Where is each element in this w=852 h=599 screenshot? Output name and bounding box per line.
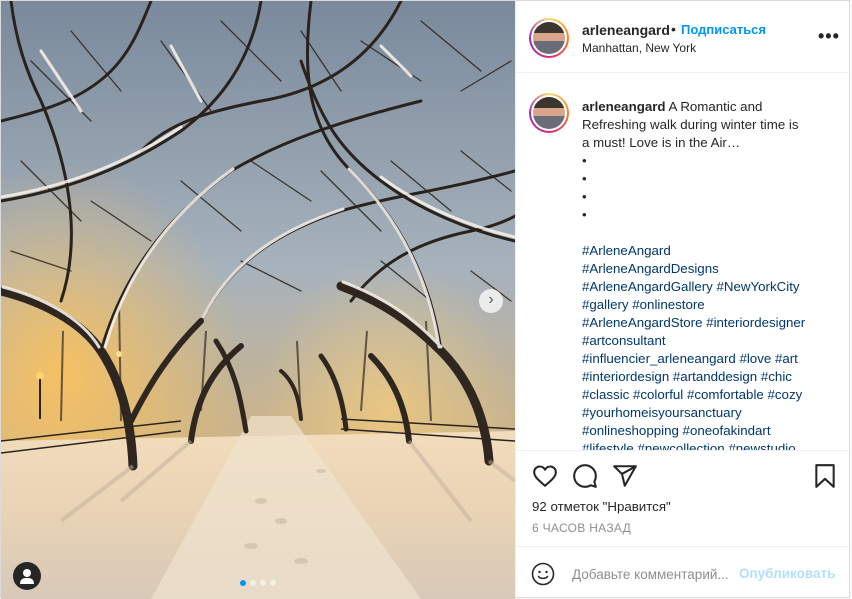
- user-tag-icon: [23, 569, 31, 577]
- heart-icon[interactable]: [532, 463, 558, 489]
- user-tag-button[interactable]: [13, 562, 41, 590]
- avatar[interactable]: [529, 93, 569, 133]
- hashtag-line[interactable]: #onlineshopping #oneofakindart: [582, 422, 832, 440]
- instagram-post: › arleneangard • Подписаться Manhattan, …: [0, 0, 851, 599]
- next-photo-button[interactable]: ›: [479, 289, 503, 313]
- carousel-dot: [260, 580, 266, 586]
- caption-text: arleneangard A Romantic and Refreshing w…: [582, 98, 832, 450]
- avatar-photo: [533, 97, 565, 129]
- caption-section: arleneangard A Romantic and Refreshing w…: [516, 74, 851, 451]
- paper-plane-icon[interactable]: [612, 463, 638, 489]
- hashtag-line[interactable]: #ArleneAngard: [582, 242, 832, 260]
- snowy-park-image: [1, 1, 515, 599]
- author-username[interactable]: arleneangard: [582, 22, 670, 38]
- carousel-indicator: [240, 580, 276, 586]
- follow-button[interactable]: Подписаться: [681, 22, 766, 37]
- carousel-dot: [270, 580, 276, 586]
- hashtag-line[interactable]: #influencier_arleneangard #love #art: [582, 350, 832, 368]
- hashtag-line[interactable]: #interiordesign #artanddesign #chic: [582, 368, 832, 386]
- hashtag-line[interactable]: #ArleneAngardGallery #NewYorkCity: [582, 278, 832, 296]
- carousel-dot: [250, 580, 256, 586]
- avatar[interactable]: [529, 18, 569, 58]
- action-bar: [516, 453, 851, 497]
- hashtag-line[interactable]: #lifestyle #newcollection #newstudio: [582, 440, 832, 450]
- user-tag-icon-body: [20, 578, 34, 584]
- post-header: arleneangard • Подписаться Manhattan, Ne…: [516, 1, 851, 73]
- hashtag-line[interactable]: #yourhomeisyoursanctuary: [582, 404, 832, 422]
- smiley-icon[interactable]: [531, 562, 555, 586]
- post-photo[interactable]: ›: [1, 1, 515, 599]
- post-timestamp[interactable]: 6 ЧАСОВ НАЗАД: [532, 521, 631, 535]
- caption-username[interactable]: arleneangard: [582, 99, 666, 114]
- comment-input[interactable]: [572, 563, 737, 585]
- caption-line: Refreshing walk during winter time is: [582, 117, 799, 132]
- more-options-icon[interactable]: •••: [818, 27, 840, 45]
- bookmark-icon[interactable]: [812, 463, 838, 489]
- hashtag-line[interactable]: #classic #colorful #comfortable #cozy: [582, 386, 832, 404]
- likes-count[interactable]: 92 отметок "Нравится": [532, 499, 671, 514]
- caption-bullet: •: [582, 171, 587, 186]
- hashtag-line[interactable]: #gallery #onlinestore: [582, 296, 832, 314]
- comment-form: Опубликовать: [516, 546, 851, 597]
- avatar-photo: [533, 22, 565, 54]
- hashtag-line[interactable]: #ArleneAngardStore #interiordesigner: [582, 314, 832, 332]
- caption-bullet: •: [582, 153, 587, 168]
- caption-bullet: •: [582, 207, 587, 222]
- caption-line: A Romantic and: [668, 99, 763, 114]
- comment-icon[interactable]: [572, 463, 598, 489]
- carousel-dot: [240, 580, 246, 586]
- post-sidebar: arleneangard • Подписаться Manhattan, Ne…: [515, 1, 851, 597]
- publish-button[interactable]: Опубликовать: [739, 566, 835, 581]
- chevron-right-icon: ›: [488, 291, 494, 308]
- caption-bullet: •: [582, 189, 587, 204]
- caption-line: a must! Love is in the Air…: [582, 135, 741, 150]
- location-link[interactable]: Manhattan, New York: [582, 41, 696, 55]
- hashtag-line[interactable]: #artconsultant: [582, 332, 832, 350]
- hashtag-line[interactable]: #ArleneAngardDesigns: [582, 260, 832, 278]
- separator-dot: •: [671, 21, 676, 37]
